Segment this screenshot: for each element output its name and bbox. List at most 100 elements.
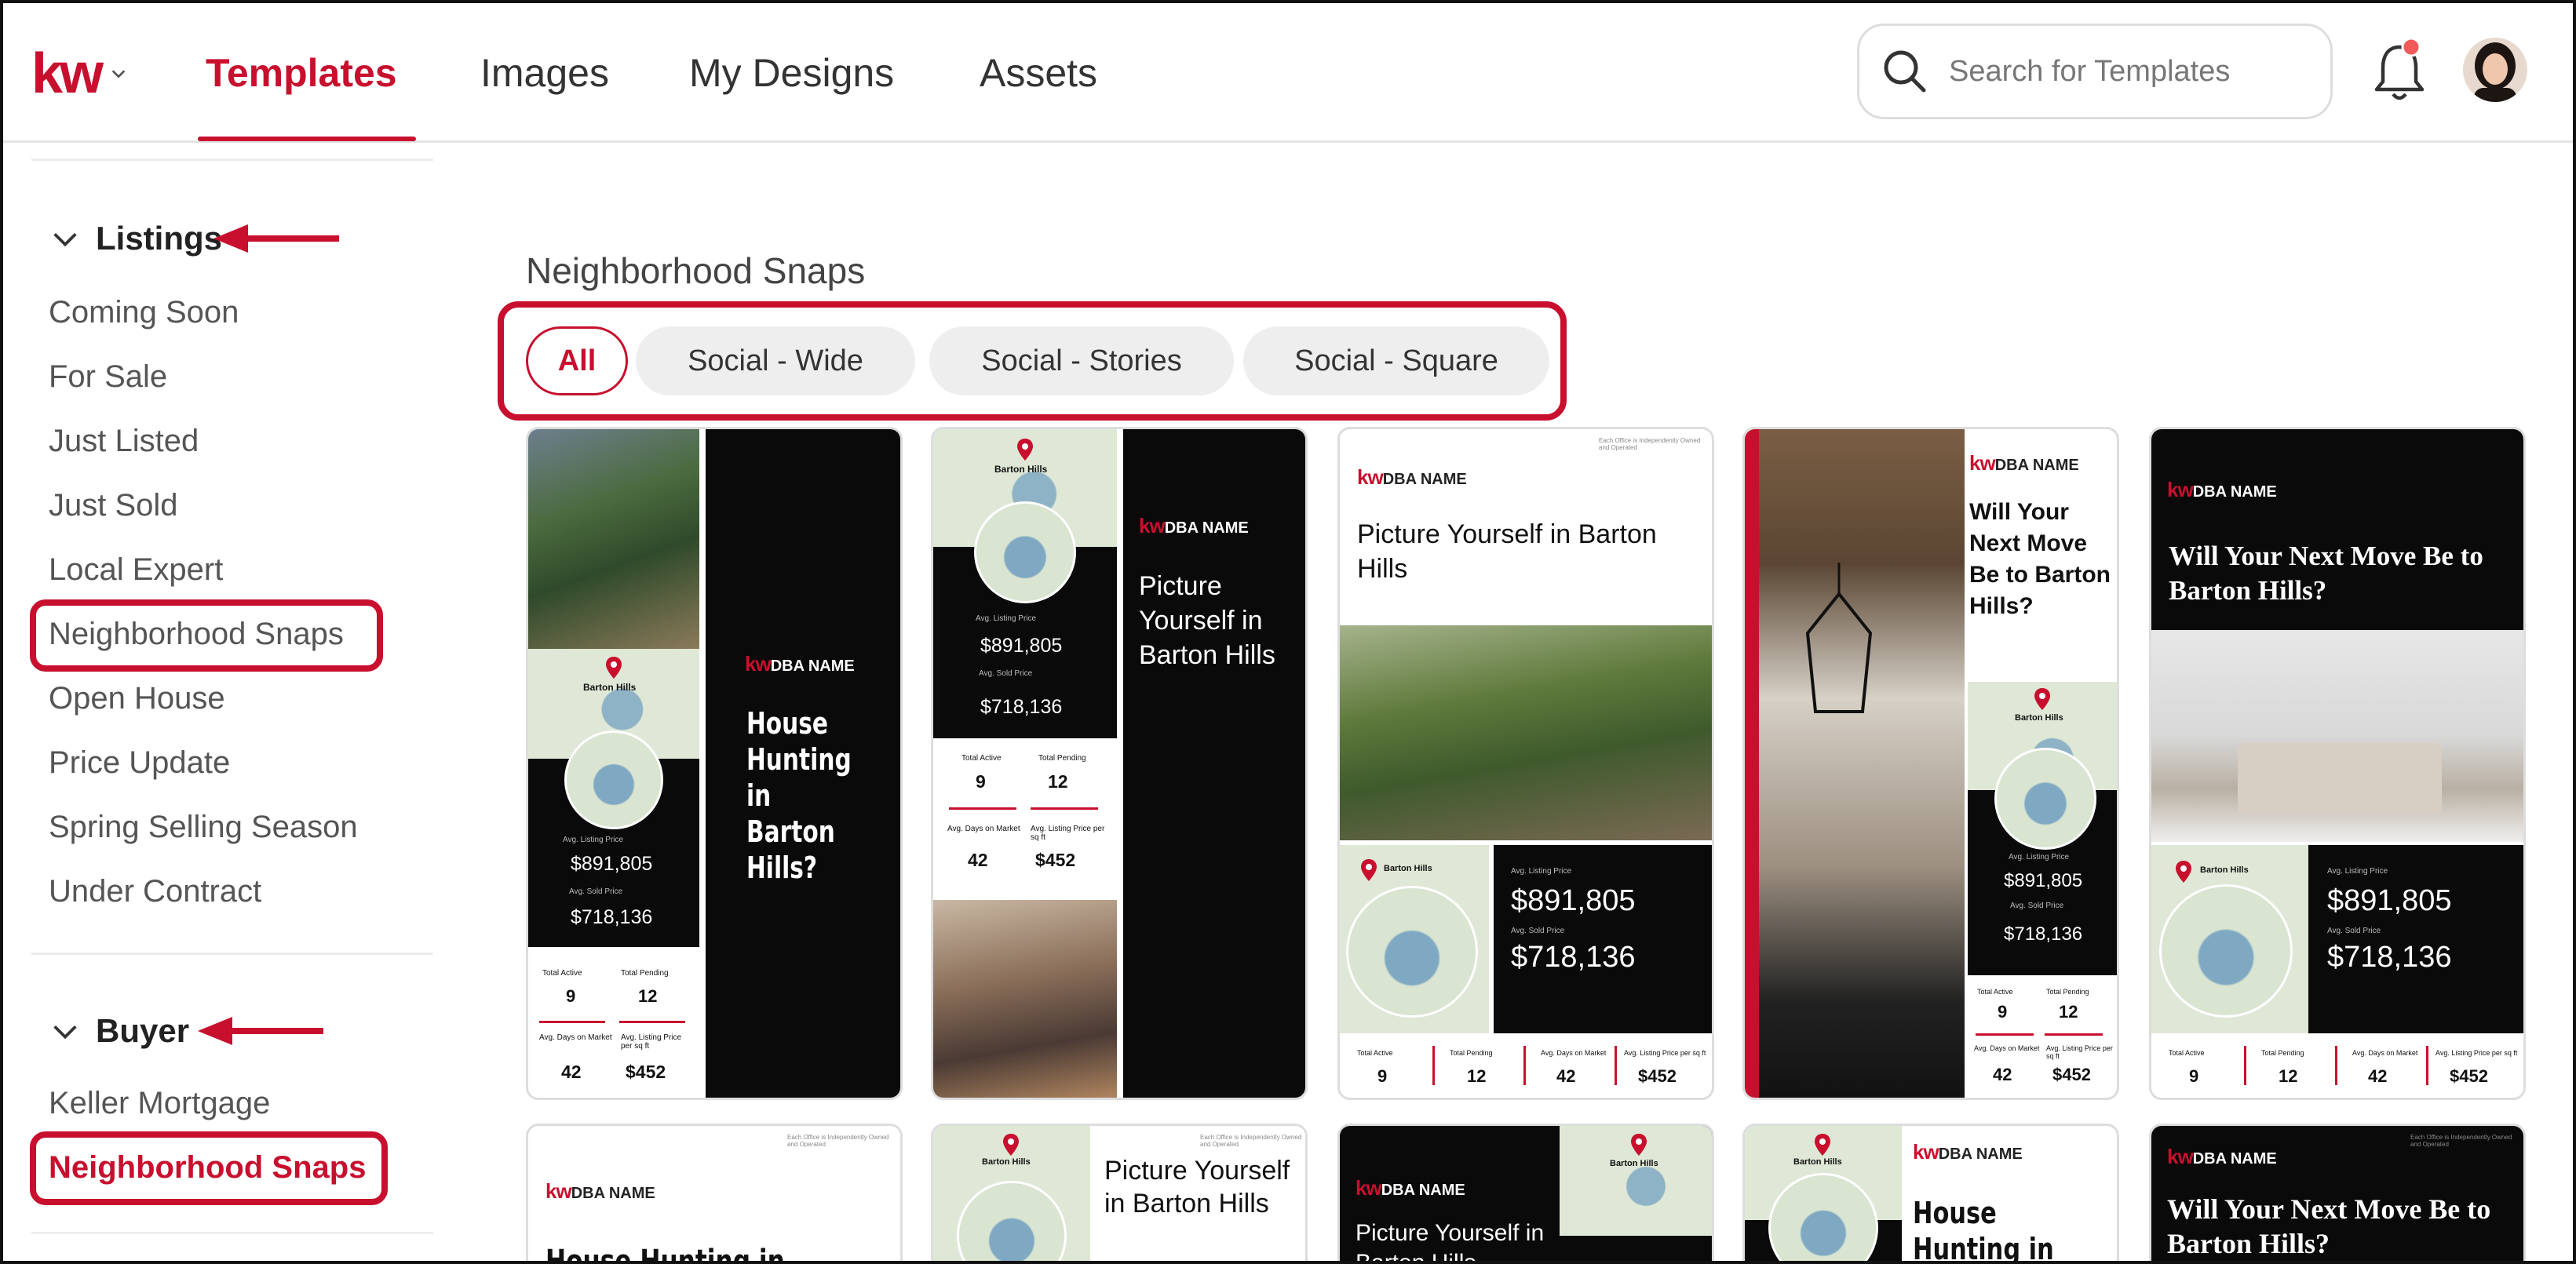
sidebar-item-just-sold[interactable]: Just Sold <box>49 483 178 527</box>
section-label-listings: Listings <box>96 220 223 257</box>
sidebar-item-price-update[interactable]: Price Update <box>49 741 230 785</box>
kw-brand: kwDBA NAME <box>1356 1176 1465 1200</box>
sidebar-item-open-house[interactable]: Open House <box>49 676 225 720</box>
disclaimer: Each Office is Independently Owned and O… <box>1200 1134 1302 1148</box>
listing-price: $891,805 <box>980 635 1063 657</box>
tab-images[interactable]: Images <box>480 46 609 100</box>
sidebar-item-under-contract[interactable]: Under Contract <box>49 869 261 913</box>
divider <box>2045 1033 2103 1036</box>
avg-listing-label: Avg. Listing Price <box>976 614 1037 623</box>
template-card[interactable]: Barton Hills kwDBA NAME House Hunting in <box>1742 1124 2119 1264</box>
divider <box>2335 1046 2337 1085</box>
map-circle <box>564 730 663 829</box>
location-pin-icon <box>1003 1134 1019 1156</box>
user-avatar[interactable] <box>2463 38 2527 102</box>
avatar-image <box>2463 38 2527 102</box>
section-toggle-buyer[interactable]: Buyer <box>50 1012 189 1050</box>
tab-my-designs[interactable]: My Designs <box>689 46 894 100</box>
template-card[interactable]: kwDBA NAME Will Your Next Move Be to Bar… <box>1742 427 2119 1100</box>
sidebar-item-keller-mortgage[interactable]: Keller Mortgage <box>49 1081 270 1125</box>
area-label: Barton Hills <box>1610 1159 1658 1168</box>
avg-days: 42 <box>1556 1066 1576 1086</box>
sidebar-item-for-sale[interactable]: For Sale <box>49 355 167 399</box>
area-label: Barton Hills <box>2200 865 2249 875</box>
search-input[interactable] <box>1949 54 2294 89</box>
avg-sold-label: Avg. Sold Price <box>569 887 623 896</box>
template-card[interactable]: Each Office is Independently Owned and O… <box>2149 1124 2526 1264</box>
chevron-down-icon <box>111 70 126 78</box>
search-box[interactable] <box>1857 24 2333 119</box>
avg-days-label: Avg. Days on Market <box>539 1033 612 1042</box>
card-headline: House Hunting in Barton Hills? <box>746 706 852 885</box>
avg-listing-label: Avg. Listing Price <box>2009 853 2070 861</box>
avg-days: 42 <box>2368 1066 2388 1086</box>
area-label: Barton Hills <box>2015 713 2063 723</box>
template-card[interactable]: Barton Hills Avg. Listing Price $891,805… <box>526 427 903 1100</box>
kw-logo: kw <box>31 42 104 105</box>
divider <box>1615 1046 1617 1085</box>
price-sqft-label: Avg. Listing Price per sq ft <box>2046 1044 2113 1060</box>
patio-photo <box>1340 625 1712 840</box>
avg-sold-label: Avg. Sold Price <box>979 669 1033 678</box>
total-pending: 12 <box>638 986 658 1006</box>
avg-listing-label: Avg. Listing Price <box>563 836 624 844</box>
total-active-label: Total Active <box>1977 988 2013 996</box>
sidebar-item-coming-soon[interactable]: Coming Soon <box>49 290 239 334</box>
total-active: 9 <box>1998 1002 2008 1022</box>
divider <box>619 1021 685 1023</box>
total-active: 9 <box>566 986 576 1006</box>
avg-listing-label: Avg. Listing Price <box>2327 867 2388 876</box>
total-active-label: Total Active <box>961 754 1002 763</box>
disclaimer: Each Office is Independently Owned and O… <box>787 1134 889 1148</box>
sidebar-item-spring-selling-season[interactable]: Spring Selling Season <box>49 805 358 849</box>
total-active: 9 <box>976 771 986 792</box>
total-active-label: Total Active <box>542 969 582 978</box>
sidebar-item-just-listed[interactable]: Just Listed <box>49 419 199 463</box>
listing-price: $891,805 <box>571 853 653 875</box>
filter-chip-social-wide[interactable]: Social - Wide <box>636 326 915 395</box>
bed-shape <box>2238 743 2442 814</box>
section-toggle-listings[interactable]: Listings <box>50 220 222 257</box>
sidebar-item-local-expert[interactable]: Local Expert <box>49 548 223 592</box>
template-card[interactable]: Barton Hills Avg. Listing Price $891,805… <box>931 427 1308 1100</box>
tab-assets[interactable]: Assets <box>980 46 1097 100</box>
filter-chip-social-stories[interactable]: Social - Stories <box>929 326 1234 395</box>
avg-sold-label: Avg. Sold Price <box>1511 927 1565 935</box>
card-headline: Will Your Next Move Be to Barton Hills? <box>1969 499 2111 619</box>
avg-days: 42 <box>968 850 988 870</box>
annotation-arrow-icon <box>213 224 339 253</box>
house-photo <box>528 429 699 649</box>
location-pin-icon <box>1017 439 1033 461</box>
divider <box>1031 807 1098 810</box>
divider <box>1523 1046 1526 1085</box>
notification-bell-icon[interactable] <box>2372 36 2427 107</box>
map-circle <box>1994 748 2096 850</box>
filter-chip-social-square[interactable]: Social - Square <box>1243 326 1549 395</box>
kw-brand: kwDBA NAME <box>745 652 855 676</box>
filter-chip-all[interactable]: All <box>526 326 628 395</box>
card-headline: Picture Yourself in Barton Hills <box>1357 519 1657 584</box>
template-card[interactable]: Barton Hills Each Office is Independentl… <box>931 1124 1308 1264</box>
kw-brand: kwDBA NAME <box>2167 478 2277 501</box>
divider <box>949 807 1016 810</box>
template-card[interactable]: kwDBA NAME Will Your Next Move Be to Bar… <box>2149 427 2526 1100</box>
tab-templates[interactable]: Templates <box>206 46 397 100</box>
kw-brand: kwDBA NAME <box>1139 514 1249 537</box>
template-card[interactable]: Each Office is Independently Owned and O… <box>1337 427 1714 1100</box>
red-stripe <box>1745 429 1759 1098</box>
card-headline: Picture Yourself in Barton Hills <box>1104 1156 1290 1218</box>
total-pending: 12 <box>2059 1002 2078 1022</box>
template-card[interactable]: Each Office is Independently Owned and O… <box>526 1124 903 1264</box>
location-pin-icon <box>2034 688 2050 710</box>
kw-logo-menu[interactable]: kw <box>31 46 127 102</box>
card-headline: House Hunting in <box>545 1244 785 1264</box>
avg-days: 42 <box>561 1062 582 1082</box>
kw-brand: kwDBA NAME <box>1969 451 2079 475</box>
area-label: Barton Hills <box>982 1157 1031 1167</box>
price-sqft: $452 <box>2052 1065 2091 1084</box>
area-label: Barton Hills <box>1793 1157 1842 1167</box>
card-headline: Will Your Next Move Be to Barton Hills? <box>2167 1193 2491 1259</box>
total-pending: 12 <box>2279 1066 2298 1086</box>
template-card[interactable]: Barton Hills kwDBA NAME Picture Yourself… <box>1337 1124 1714 1264</box>
kw-brand: kwDBA NAME <box>1913 1140 2023 1164</box>
